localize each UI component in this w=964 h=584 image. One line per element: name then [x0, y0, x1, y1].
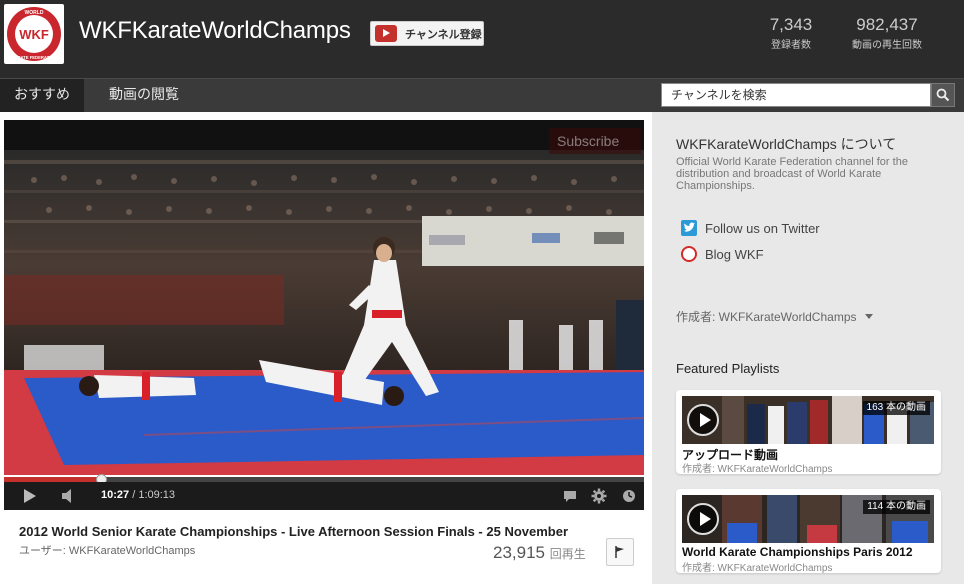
subscribe-button[interactable]: チャンネル登録: [370, 21, 484, 46]
tab-featured[interactable]: おすすめ: [0, 79, 84, 112]
search-button[interactable]: [931, 83, 955, 107]
current-time: 10:27: [101, 489, 130, 501]
flag-icon: [615, 546, 624, 558]
logo-bottom-text: KARATE FEDERATION: [11, 55, 56, 60]
player-controls: 10:27 / 1:09:13: [4, 482, 644, 510]
playlist-thumbnail[interactable]: 114 本の動画: [682, 495, 934, 543]
featured-playlists-title: Featured Playlists: [676, 361, 780, 376]
channel-title[interactable]: WKFKarateWorldChamps: [79, 17, 351, 45]
channel-sidebar: WKFKarateWorldChamps について Official World…: [652, 112, 964, 584]
volume-icon[interactable]: [62, 489, 78, 503]
captions-icon[interactable]: [562, 488, 578, 504]
views-label: 動画の再生回数: [852, 40, 922, 51]
subscribe-overlay[interactable]: Subscribe: [549, 128, 641, 154]
playlist-name[interactable]: World Karate Championships Paris 2012: [682, 545, 913, 559]
logo-top-text: WORLD: [25, 10, 44, 16]
playlist-card[interactable]: 163 本の動画 アップロード動画 作成者: WKFKarateWorldCha…: [676, 390, 941, 475]
video-player[interactable]: Subscribe: [4, 120, 644, 475]
author-label: 作成者: WKFKarateWorldChamps: [676, 310, 857, 324]
views-count: 982,437: [856, 15, 918, 34]
subscribe-label: チャンネル登録: [405, 28, 482, 41]
playlist-thumbnail[interactable]: 163 本の動画: [682, 396, 934, 444]
gear-icon[interactable]: [591, 488, 607, 504]
playlist-author[interactable]: 作成者: WKFKarateWorldChamps: [682, 460, 832, 475]
chevron-down-icon: [864, 314, 873, 319]
view-count-unit: 回再生: [549, 547, 586, 561]
play-icon[interactable]: [24, 489, 36, 503]
channel-nav: おすすめ 動画の閲覧 チャンネルを検索: [0, 78, 964, 112]
time-display: 10:27 / 1:09:13: [101, 489, 175, 501]
view-count: 23,915 回再生: [493, 543, 586, 563]
video-panel: Subscribe 10:27 / 1:09:13 2012 World Sen…: [0, 112, 652, 584]
twitter-link[interactable]: Follow us on Twitter: [681, 219, 820, 237]
duration: 1:09:13: [138, 489, 176, 501]
about-description: Official World Karate Federation channel…: [676, 156, 908, 192]
channel-header: WKF WORLD KARATE FEDERATION WKFKarateWor…: [0, 0, 964, 78]
twitter-icon: [681, 220, 697, 236]
subscriber-label: 登録者数: [771, 40, 811, 51]
video-uploader[interactable]: ユーザー: WKFKarateWorldChamps: [19, 542, 195, 558]
play-icon[interactable]: [687, 503, 719, 535]
blog-link-label: Blog WKF: [705, 246, 764, 262]
subscriber-stat: 7,343 登録者数: [756, 15, 826, 51]
logo-main-text: WKF: [19, 27, 49, 42]
playlist-video-count: 114 本の動画: [863, 500, 930, 514]
tab-browse-videos[interactable]: 動画の閲覧: [95, 79, 193, 112]
author-dropdown[interactable]: 作成者: WKFKarateWorldChamps: [676, 308, 873, 325]
about-title: WKFKarateWorldChamps について: [676, 136, 897, 152]
wkf-logo-icon: WKF WORLD KARATE FEDERATION: [7, 7, 61, 61]
playlist-card[interactable]: 114 本の動画 World Karate Championships Pari…: [676, 489, 941, 574]
watch-later-icon[interactable]: [621, 488, 637, 504]
playlist-author[interactable]: 作成者: WKFKarateWorldChamps: [682, 559, 832, 574]
views-stat: 982,437 動画の再生回数: [846, 15, 928, 51]
video-frame: [4, 120, 644, 475]
blog-link[interactable]: Blog WKF: [681, 245, 764, 263]
wkf-logo[interactable]: WKF WORLD KARATE FEDERATION: [4, 4, 64, 64]
wkf-blog-icon: [681, 246, 697, 262]
subscriber-count: 7,343: [769, 15, 813, 34]
playlist-video-count: 163 本の動画: [862, 401, 930, 415]
flag-button[interactable]: [606, 538, 634, 566]
search-icon: [936, 88, 950, 102]
youtube-icon: [375, 25, 397, 42]
twitter-link-label: Follow us on Twitter: [705, 220, 820, 236]
view-count-number: 23,915: [493, 543, 545, 562]
video-title[interactable]: 2012 World Senior Karate Championships -…: [19, 524, 568, 539]
channel-search-input[interactable]: チャンネルを検索: [661, 83, 931, 107]
play-icon[interactable]: [687, 404, 719, 436]
